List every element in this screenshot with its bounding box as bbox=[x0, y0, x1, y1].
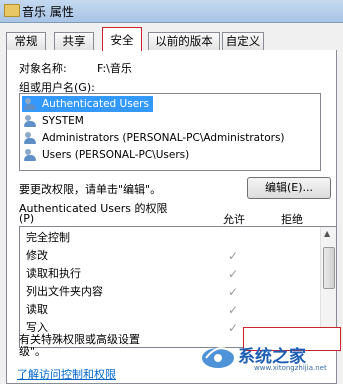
tab-security[interactable]: 安全 bbox=[102, 27, 142, 51]
user-group-icon bbox=[24, 115, 38, 127]
advanced-hint-line2: 级"。 bbox=[19, 345, 47, 358]
user-group-icon bbox=[24, 98, 38, 110]
deny-column-header: 拒绝 bbox=[281, 213, 303, 226]
tab-strip: 常规 共享 安全 以前的版本 自定义 bbox=[6, 27, 337, 51]
user-item-label: Users (PERSONAL-PC\Users) bbox=[42, 149, 190, 161]
user-item-label: Administrators (PERSONAL-PC\Administrato… bbox=[42, 132, 285, 144]
user-item-label: SYSTEM bbox=[42, 115, 84, 127]
permission-name: 修改 bbox=[26, 249, 48, 262]
permission-row: 读取 ✓ bbox=[20, 301, 316, 319]
tab-previous-versions[interactable]: 以前的版本 bbox=[148, 32, 220, 50]
permissions-title: Authenticated Users 的权限 bbox=[19, 202, 168, 215]
allow-check-icon: ✓ bbox=[228, 285, 239, 299]
permission-row: 列出文件夹内容 ✓ bbox=[20, 283, 316, 301]
users-listbox[interactable]: Authenticated Users SYSTEM Administrator… bbox=[19, 93, 321, 171]
scrollbar-thumb[interactable] bbox=[323, 247, 335, 289]
permission-name: 读取 bbox=[26, 303, 48, 316]
window-title: 音乐 属性 bbox=[22, 5, 74, 19]
permission-name: 完全控制 bbox=[26, 231, 70, 244]
permission-row: 修改 ✓ bbox=[20, 247, 316, 265]
tab-customize[interactable]: 自定义 bbox=[222, 32, 264, 50]
watermark-url: www.xitongzhijia.net bbox=[254, 364, 327, 372]
watermark-logo: 系统之家 www.xitongzhijia.net bbox=[198, 334, 338, 376]
permission-row: 完全控制 bbox=[20, 229, 316, 247]
tab-sharing[interactable]: 共享 bbox=[54, 32, 94, 50]
user-item[interactable]: Administrators (PERSONAL-PC\Administrato… bbox=[22, 130, 285, 146]
allow-check-icon: ✓ bbox=[228, 303, 239, 317]
allow-column-header: 允许 bbox=[223, 213, 245, 226]
user-item[interactable]: Users (PERSONAL-PC\Users) bbox=[22, 147, 189, 163]
user-item-label: Authenticated Users bbox=[42, 98, 149, 110]
access-control-help-link[interactable]: 了解访问控制和权限 bbox=[17, 366, 116, 382]
user-item[interactable]: SYSTEM bbox=[22, 113, 84, 129]
user-item[interactable]: Authenticated Users bbox=[22, 96, 153, 112]
user-group-icon bbox=[24, 132, 38, 144]
permission-name: 读取和执行 bbox=[26, 267, 81, 280]
permission-name: 列出文件夹内容 bbox=[26, 285, 103, 298]
permissions-title-shortcut: (P) bbox=[19, 212, 35, 225]
scroll-up-icon[interactable]: ▲ bbox=[324, 229, 330, 238]
object-name-label: 对象名称: bbox=[19, 62, 67, 75]
permission-row: 读取和执行 ✓ bbox=[20, 265, 316, 283]
edit-button[interactable]: 编辑(E)... bbox=[247, 177, 331, 199]
user-group-icon bbox=[24, 149, 38, 161]
title-bar: 音乐 属性 bbox=[0, 0, 343, 23]
folder-icon bbox=[4, 4, 20, 17]
tab-general[interactable]: 常规 bbox=[6, 32, 46, 50]
allow-check-icon: ✓ bbox=[228, 249, 239, 263]
allow-check-icon: ✓ bbox=[228, 267, 239, 281]
edit-hint: 要更改权限，请单击"编辑"。 bbox=[19, 183, 162, 196]
object-name-value: F:\音乐 bbox=[97, 62, 132, 75]
